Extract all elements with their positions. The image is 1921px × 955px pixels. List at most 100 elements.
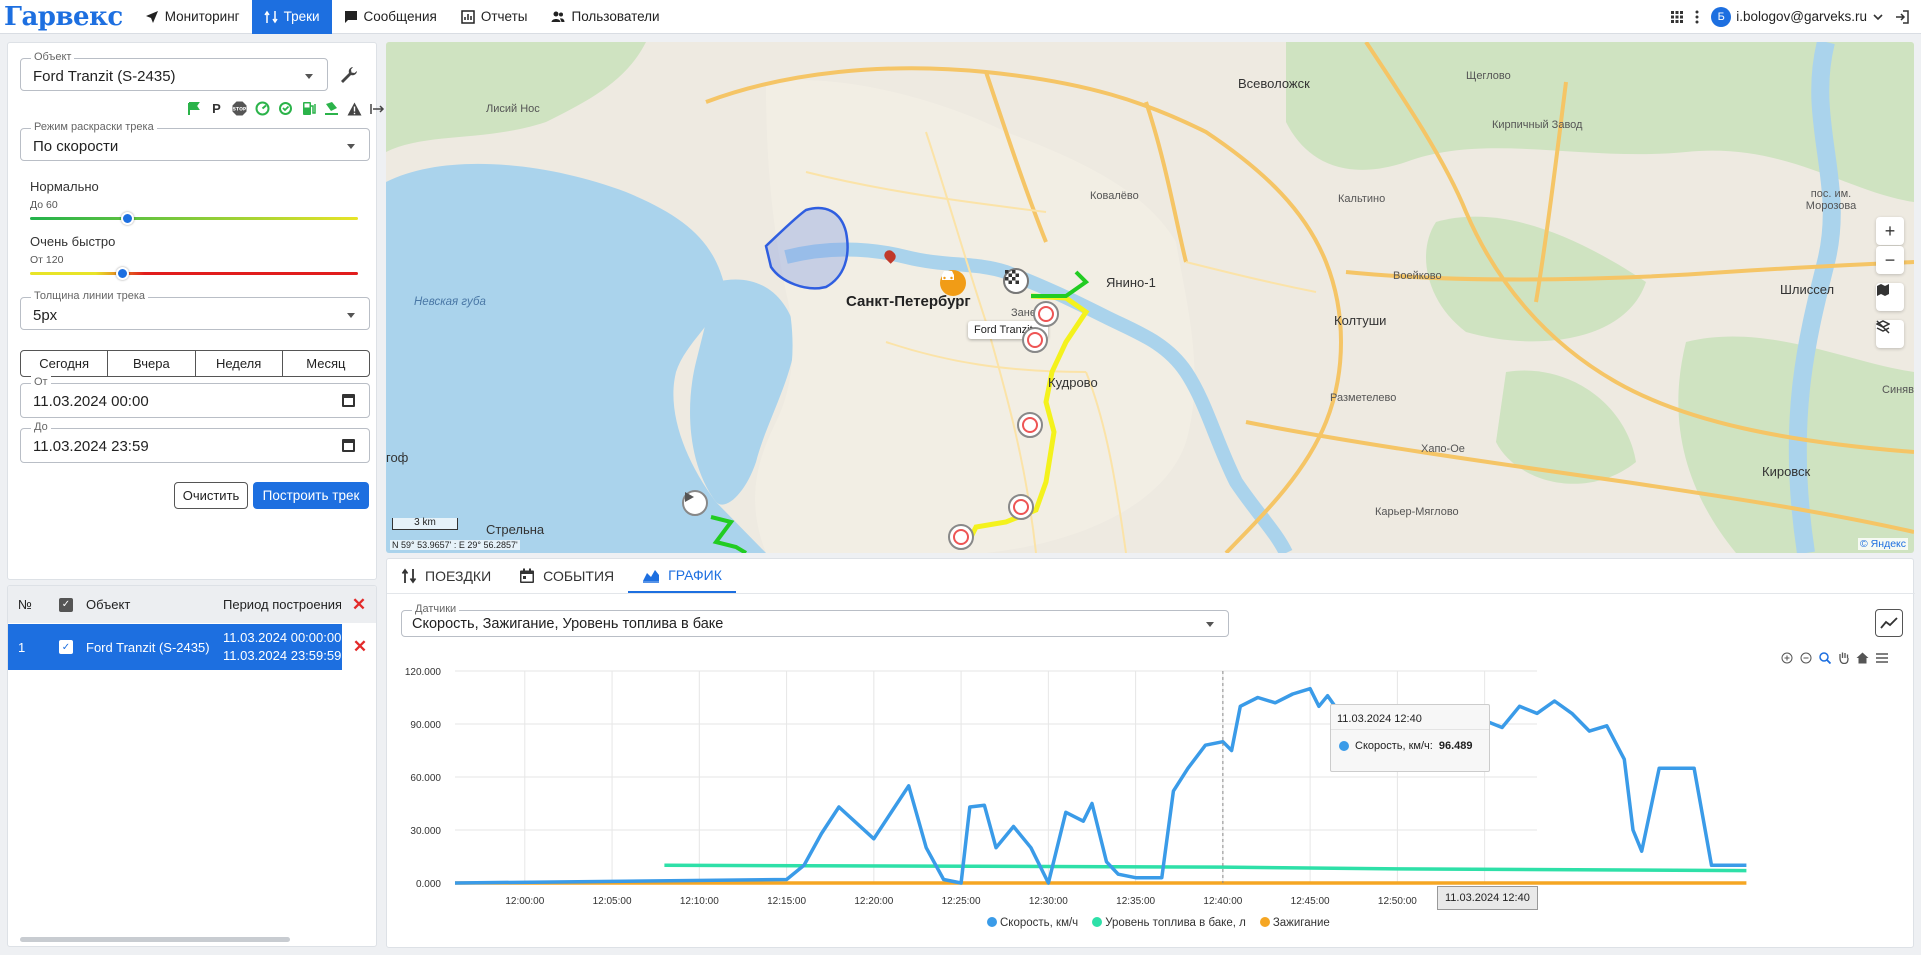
avatar[interactable]: Б xyxy=(1711,6,1732,27)
table-row[interactable]: 1 ✓ Ford Tranzit (S-2435) 11.03.2024 00:… xyxy=(8,624,376,670)
car-marker-icon[interactable] xyxy=(940,270,966,296)
speeding-marker-icon[interactable] xyxy=(1008,494,1034,520)
legend-item-fuel[interactable]: Уровень топлива в баке, л xyxy=(1092,917,1246,929)
legend-item-ignition[interactable]: Зажигание xyxy=(1259,917,1330,929)
fuel-station-icon[interactable] xyxy=(300,100,317,117)
remove-track-close-icon[interactable]: ✕ xyxy=(342,637,376,657)
map-label-shlisselburg: Шлиссел xyxy=(1780,282,1835,297)
map-scale: 3 km xyxy=(392,518,458,530)
speeding-marker-icon[interactable] xyxy=(1017,412,1043,438)
zoom-in-button[interactable]: + xyxy=(1876,217,1904,245)
more-vertical-icon[interactable] xyxy=(1695,10,1699,24)
color-mode-value: По скорости xyxy=(33,138,119,155)
logout-icon[interactable] xyxy=(1895,9,1909,24)
map-label-khapo-oe: Хапо-Ое xyxy=(1421,443,1465,455)
x-tick-label: 12:20:00 xyxy=(854,896,893,907)
apps-grid-icon[interactable] xyxy=(1671,10,1684,23)
build-track-button[interactable]: Построить трек xyxy=(253,482,369,509)
zoom-out-button[interactable]: − xyxy=(1876,246,1904,274)
color-mode-select[interactable]: Режим раскраски трека По скорости xyxy=(20,121,370,161)
play-start-icon[interactable] xyxy=(682,490,708,516)
map-layers-icon[interactable] xyxy=(1876,283,1904,311)
nav-item-users[interactable]: Пользователи xyxy=(539,0,671,34)
y-tick-label: 30.000 xyxy=(410,826,441,837)
refresh-icon[interactable] xyxy=(277,100,294,117)
calendar-icon[interactable] xyxy=(342,394,355,407)
map-label-vsevolozhsk: Всеволожск xyxy=(1238,76,1310,91)
date-to-legend: До xyxy=(31,421,51,433)
thickness-select[interactable]: Толщина линии трека 5px xyxy=(20,290,370,330)
period-segmented-control: Сегодня Вчера Неделя Месяц xyxy=(20,350,370,377)
speedometer-icon[interactable] xyxy=(254,100,271,117)
tooltip-title: 11.03.2024 12:40 xyxy=(1331,705,1489,730)
x-tick-label: 12:00:00 xyxy=(505,896,544,907)
clear-button[interactable]: Очистить xyxy=(174,482,248,509)
select-all-checkbox[interactable]: ✓ xyxy=(46,597,86,612)
warning-icon[interactable] xyxy=(346,100,363,117)
chart-type-button[interactable] xyxy=(1875,609,1903,637)
period-week-button[interactable]: Неделя xyxy=(196,351,283,376)
map-label-voeikovo: Воейково xyxy=(1393,270,1442,282)
nav-item-tracks[interactable]: Треки xyxy=(251,0,332,34)
legend-item-speed[interactable]: Скорость, км/ч xyxy=(987,917,1078,929)
flag-icon[interactable] xyxy=(185,100,202,117)
wrench-icon[interactable] xyxy=(339,65,359,85)
sensor-line-chart[interactable]: 0.000 30.000 60.000 90.000 120.000 12:00:00 12… xyxy=(387,659,1915,921)
tab-chart[interactable]: График xyxy=(628,559,736,593)
fuel-drain-icon[interactable] xyxy=(323,100,340,117)
period-month-button[interactable]: Месяц xyxy=(283,351,369,376)
map-attribution[interactable]: © Яндекс xyxy=(1858,538,1908,550)
date-from-legend: От xyxy=(31,376,51,388)
tab-trips[interactable]: Поездки xyxy=(387,559,505,593)
x-tick-label: 12:15:00 xyxy=(767,896,806,907)
finish-flag-icon[interactable] xyxy=(1003,268,1029,294)
date-from-field[interactable]: От 11.03.2024 00:00 xyxy=(20,376,370,418)
fast-speed-thumb[interactable] xyxy=(116,267,129,280)
col-object-header: Объект xyxy=(86,597,131,612)
chart-legend: Скорость, км/ч Уровень топлива в баке, л… xyxy=(987,917,1330,929)
map-label-neva-bay: Невская губа xyxy=(414,296,486,308)
table-header: № ✓ Объект Период построения ✕ xyxy=(8,586,376,623)
normal-speed-slider[interactable] xyxy=(30,217,358,220)
sensors-select[interactable]: Датчики Скорость, Зажигание, Уровень топ… xyxy=(401,603,1229,637)
speeding-marker-icon[interactable] xyxy=(948,524,974,550)
area-chart-icon xyxy=(643,570,660,583)
top-navbar: Гарвекс Мониторинг Треки Сообщения Отчет… xyxy=(0,0,1921,34)
period-yesterday-button[interactable]: Вчера xyxy=(108,351,196,376)
map-label-petergof: гоф xyxy=(386,450,409,465)
date-to-field[interactable]: До 11.03.2024 23:59 xyxy=(20,421,370,463)
col-num-header: № xyxy=(18,597,32,612)
tab-events[interactable]: События xyxy=(505,559,628,593)
row-checkbox[interactable]: ✓ xyxy=(46,640,86,654)
arrow-right-bar-icon[interactable] xyxy=(369,100,386,117)
map-view[interactable]: Санкт-Петербург Всеволожск Янино-1 Колту… xyxy=(386,42,1914,553)
user-email[interactable]: i.bologov@garveks.ru xyxy=(1736,9,1867,24)
speeding-marker-icon[interactable] xyxy=(1033,301,1059,327)
period-today-button[interactable]: Сегодня xyxy=(21,351,109,376)
route-icon xyxy=(401,568,417,584)
bottom-tabs: Поездки События График xyxy=(387,559,1915,594)
map-label-strelna: Стрельна xyxy=(486,522,545,537)
hide-layer-icon[interactable] xyxy=(1876,320,1904,348)
normal-speed-thumb[interactable] xyxy=(121,212,134,225)
nav-item-label: Мониторинг xyxy=(164,9,240,24)
nav-item-monitoring[interactable]: Мониторинг xyxy=(133,0,252,34)
object-select[interactable]: Объект Ford Tranzit (S-2435) xyxy=(20,51,328,91)
chevron-down-icon[interactable] xyxy=(1873,13,1883,21)
y-tick-label: 60.000 xyxy=(410,773,441,784)
tab-label: События xyxy=(543,568,615,584)
message-icon xyxy=(344,10,357,23)
chevron-down-icon xyxy=(1206,622,1214,627)
x-tick-label: 12:40:00 xyxy=(1203,896,1242,907)
remove-all-close-icon[interactable]: ✕ xyxy=(341,595,376,615)
nav-item-reports[interactable]: Отчеты xyxy=(449,0,540,34)
parking-icon[interactable]: P xyxy=(208,100,225,117)
horizontal-scrollbar[interactable] xyxy=(20,937,290,942)
speeding-marker-icon[interactable] xyxy=(1022,327,1048,353)
nav-item-label: Пользователи xyxy=(571,9,660,24)
calendar-icon[interactable] xyxy=(342,439,355,452)
app-logo[interactable]: Гарвекс xyxy=(0,2,133,32)
fast-speed-slider[interactable] xyxy=(30,272,358,275)
stop-sign-icon[interactable]: STOP xyxy=(231,100,248,117)
nav-item-messages[interactable]: Сообщения xyxy=(332,0,449,34)
